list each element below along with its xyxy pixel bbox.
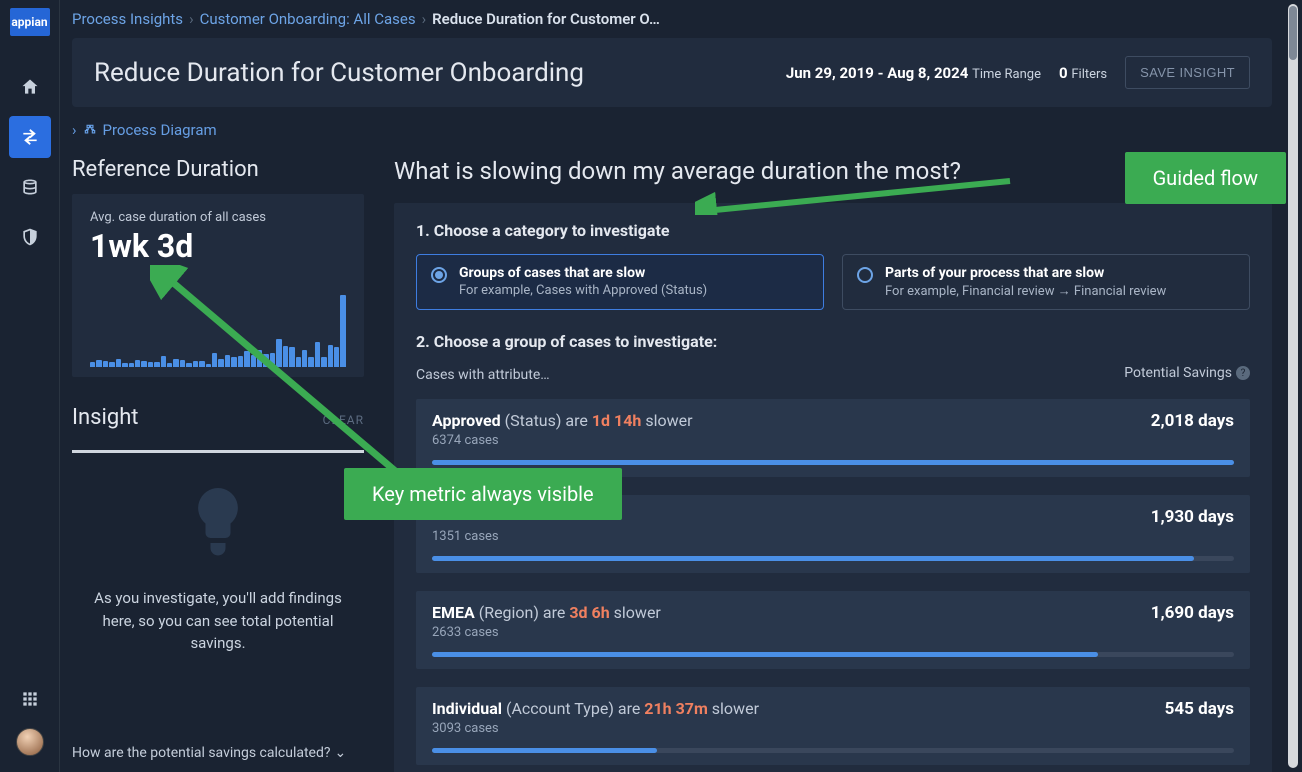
case-card[interactable]: Approved (Status) are 1d 14h slower 2,01… bbox=[416, 399, 1250, 477]
crumb-current: Reduce Duration for Customer O… bbox=[432, 10, 660, 28]
case-count: 1351 cases bbox=[432, 529, 1234, 544]
nav-data[interactable] bbox=[9, 166, 51, 208]
process-diagram-link[interactable]: › Process Diagram bbox=[72, 121, 1272, 139]
reference-label: Avg. case duration of all cases bbox=[90, 210, 346, 225]
nav-rail: appian bbox=[0, 0, 60, 772]
case-count: 2633 cases bbox=[432, 625, 1234, 640]
page-header: Reduce Duration for Customer Onboarding … bbox=[72, 38, 1272, 107]
insight-heading: Insight bbox=[72, 405, 139, 430]
histogram-bar bbox=[122, 363, 127, 367]
diagram-icon bbox=[83, 123, 97, 137]
arrow-icon bbox=[150, 265, 410, 485]
scrollbar[interactable] bbox=[1288, 4, 1298, 768]
case-savings: 1,930 days bbox=[1151, 507, 1234, 527]
savings-calc-link[interactable]: How are the potential savings calculated… bbox=[72, 745, 364, 761]
option-groups-of-cases[interactable]: Groups of cases that are slow For exampl… bbox=[416, 254, 824, 310]
flow-icon bbox=[20, 127, 40, 147]
histogram-bar bbox=[103, 361, 108, 367]
grid-icon bbox=[20, 689, 40, 709]
home-icon bbox=[20, 77, 40, 97]
nav-process[interactable] bbox=[9, 116, 51, 158]
nav-apps[interactable] bbox=[9, 678, 51, 720]
case-title: Individual (Account Type) are 21h 37m sl… bbox=[432, 699, 759, 718]
savings-bar bbox=[432, 556, 1234, 561]
step2-label: 2. Choose a group of cases to investigat… bbox=[416, 332, 1250, 351]
case-count: 3093 cases bbox=[432, 721, 1234, 736]
arrow-icon bbox=[695, 175, 1015, 215]
chevron-down-icon: ⌄ bbox=[334, 745, 346, 761]
breadcrumb: Process Insights › Customer Onboarding: … bbox=[72, 10, 1272, 28]
brand-logo[interactable]: appian bbox=[10, 8, 50, 36]
case-card[interactable]: EMEA (Region) are 3d 6h slower 1,690 day… bbox=[416, 591, 1250, 669]
filter-count[interactable]: 0 Filters bbox=[1059, 64, 1107, 82]
histogram-bar bbox=[141, 361, 146, 367]
crumb-1[interactable]: Process Insights bbox=[72, 10, 183, 28]
insight-empty-state: As you investigate, you'll add findings … bbox=[72, 483, 364, 655]
option-process-parts[interactable]: Parts of your process that are slow For … bbox=[842, 254, 1250, 310]
user-avatar[interactable] bbox=[16, 728, 44, 756]
case-count: 6374 cases bbox=[432, 433, 1234, 448]
callout-guided-flow: Guided flow bbox=[1125, 152, 1286, 204]
histogram-bar bbox=[135, 360, 140, 367]
cases-with-label: Cases with attribute… bbox=[416, 367, 550, 383]
radio-icon bbox=[857, 267, 873, 283]
save-insight-button[interactable]: SAVE INSIGHT bbox=[1125, 56, 1250, 89]
callout-key-metric: Key metric always visible bbox=[344, 468, 622, 520]
case-card[interactable]: Individual (Account Type) are 21h 37m sl… bbox=[416, 687, 1250, 765]
radio-icon bbox=[431, 267, 447, 283]
reference-value: 1wk 3d bbox=[90, 227, 346, 265]
case-savings: 2,018 days bbox=[1151, 411, 1234, 431]
histogram-bar bbox=[129, 363, 134, 367]
histogram-bar bbox=[116, 359, 121, 367]
scroll-thumb[interactable] bbox=[1289, 6, 1297, 60]
histogram-bar bbox=[109, 362, 114, 367]
reference-heading: Reference Duration bbox=[72, 157, 364, 182]
case-title: EMEA (Region) are 3d 6h slower bbox=[432, 603, 661, 622]
lightbulb-icon bbox=[188, 483, 248, 563]
case-title: Approved (Status) are 1d 14h slower bbox=[432, 411, 693, 430]
database-icon bbox=[20, 177, 40, 197]
page-title: Reduce Duration for Customer Onboarding bbox=[94, 58, 584, 88]
histogram-bar bbox=[96, 360, 101, 367]
case-savings: 1,690 days bbox=[1151, 603, 1234, 623]
savings-bar bbox=[432, 460, 1234, 465]
chevron-right-icon: › bbox=[422, 10, 427, 28]
potential-savings-label: Potential Savings bbox=[1124, 365, 1232, 381]
step1-label: 1. Choose a category to investigate bbox=[416, 221, 1250, 240]
shield-icon bbox=[20, 227, 40, 247]
savings-bar bbox=[432, 652, 1234, 657]
time-range[interactable]: Jun 29, 2019 - Aug 8, 2024 Time Range bbox=[786, 64, 1041, 82]
chevron-right-icon: › bbox=[189, 10, 194, 28]
help-icon[interactable]: ? bbox=[1236, 366, 1250, 380]
savings-bar bbox=[432, 748, 1234, 753]
nav-security[interactable] bbox=[9, 216, 51, 258]
crumb-2[interactable]: Customer Onboarding: All Cases bbox=[200, 10, 416, 28]
histogram-bar bbox=[90, 362, 95, 367]
chevron-right-icon: › bbox=[72, 121, 77, 139]
case-savings: 545 days bbox=[1165, 699, 1234, 719]
nav-home[interactable] bbox=[9, 66, 51, 108]
